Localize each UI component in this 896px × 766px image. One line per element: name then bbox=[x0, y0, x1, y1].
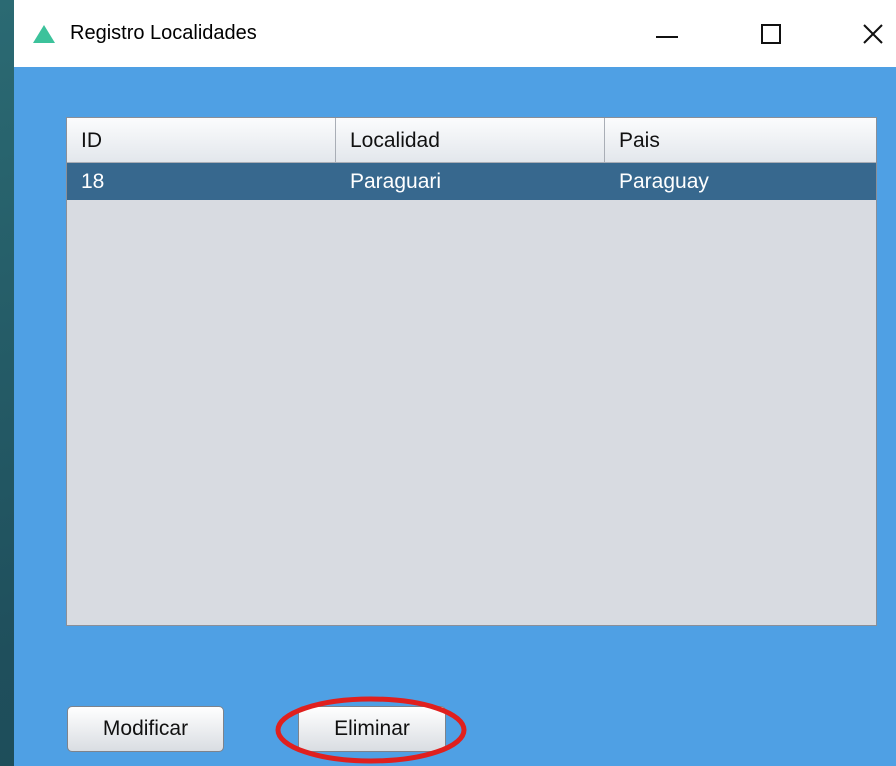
localidades-table[interactable]: ID Localidad Pais 18 Paraguari Paraguay bbox=[66, 117, 877, 626]
maximize-icon bbox=[761, 24, 781, 44]
cell-localidad[interactable]: Paraguari bbox=[336, 163, 605, 200]
triangle-app-icon bbox=[33, 25, 55, 43]
maximize-button[interactable] bbox=[748, 12, 794, 56]
window-title: Registro Localidades bbox=[70, 22, 257, 44]
title-bar[interactable]: Registro Localidades bbox=[14, 0, 896, 67]
cell-id[interactable]: 18 bbox=[67, 163, 336, 200]
close-icon bbox=[863, 24, 883, 44]
close-button[interactable] bbox=[850, 12, 896, 56]
column-header-id[interactable]: ID bbox=[67, 118, 336, 163]
table-header: ID Localidad Pais bbox=[67, 118, 876, 163]
eliminar-button[interactable]: Eliminar bbox=[298, 706, 446, 752]
column-header-localidad[interactable]: Localidad bbox=[336, 118, 605, 163]
minimize-icon bbox=[656, 36, 678, 38]
cell-pais[interactable]: Paraguay bbox=[605, 163, 876, 200]
table-row[interactable]: 18 Paraguari Paraguay bbox=[67, 163, 876, 200]
column-header-pais[interactable]: Pais bbox=[605, 118, 876, 163]
app-window: Registro Localidades ID Localidad Pais 1… bbox=[14, 0, 896, 766]
modificar-button[interactable]: Modificar bbox=[67, 706, 224, 752]
minimize-button[interactable] bbox=[644, 12, 690, 56]
